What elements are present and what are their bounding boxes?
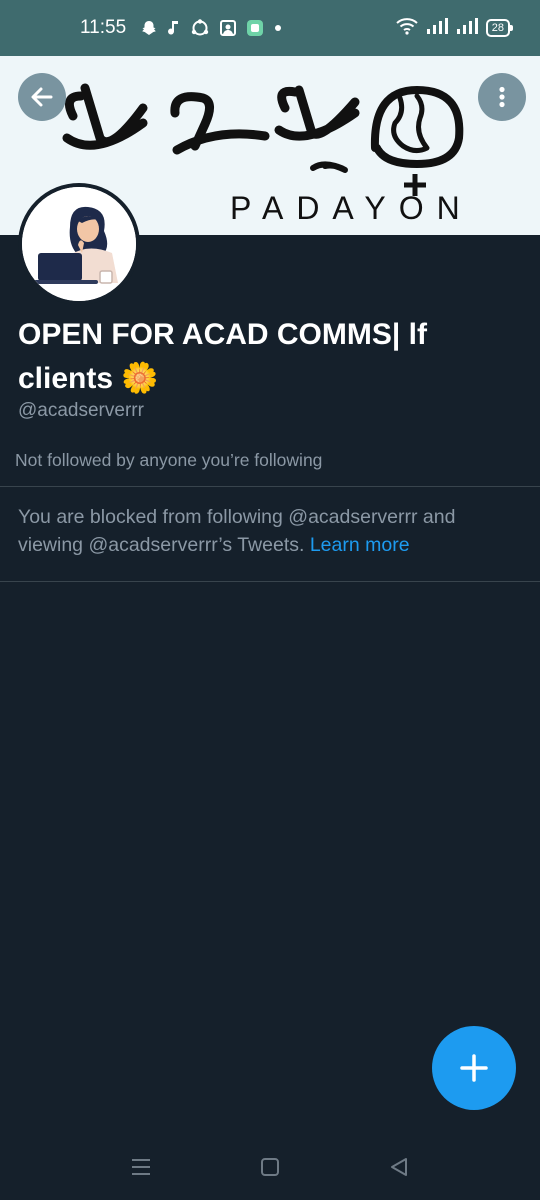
back-nav-button[interactable] [387, 1155, 411, 1179]
square-icon [261, 1158, 279, 1176]
more-options-button[interactable] [478, 73, 526, 121]
back-button[interactable] [18, 73, 66, 121]
dot-icon [273, 19, 283, 37]
triangle-back-icon [391, 1158, 407, 1176]
flower-emoji: 🌼 [121, 362, 159, 395]
system-navigation-bar [0, 1140, 540, 1200]
sync-icon [190, 19, 210, 37]
status-bar: 11:55 28 [0, 0, 540, 56]
avatar[interactable] [18, 183, 140, 305]
plus-icon [460, 1054, 488, 1082]
signal-icon [426, 17, 448, 39]
system-status: 28 [396, 17, 514, 40]
avatar-illustration [22, 187, 136, 301]
blocked-notice: You are blocked from following @acadserv… [18, 503, 518, 559]
gallery-icon [219, 19, 237, 37]
wifi-icon [396, 17, 418, 40]
arrow-left-icon [31, 87, 53, 107]
more-vertical-icon [499, 86, 505, 108]
divider [0, 486, 540, 487]
banner-text: PADAYON [230, 190, 473, 226]
profile-name: OPEN FOR ACAD COMMS| lf clients 🌼 [18, 313, 518, 401]
snapchat-icon [140, 19, 158, 37]
recent-apps-button[interactable] [129, 1155, 153, 1179]
menu-icon [132, 1159, 150, 1175]
battery-icon: 28 [485, 19, 514, 37]
compose-tweet-button[interactable] [432, 1026, 516, 1110]
app-icon [246, 19, 264, 37]
signal-icon-2 [456, 17, 478, 39]
learn-more-link[interactable]: Learn more [310, 534, 410, 556]
music-note-icon [167, 19, 181, 37]
followed-by-text: Not followed by anyone you’re following [15, 450, 323, 470]
profile-handle: @acadserverrr [18, 400, 144, 421]
profile-name-text: OPEN FOR ACAD COMMS| lf clients [18, 318, 427, 395]
home-button[interactable] [258, 1155, 282, 1179]
status-time: 11:55 [80, 17, 127, 38]
divider [0, 581, 540, 582]
notification-icons [140, 19, 396, 37]
